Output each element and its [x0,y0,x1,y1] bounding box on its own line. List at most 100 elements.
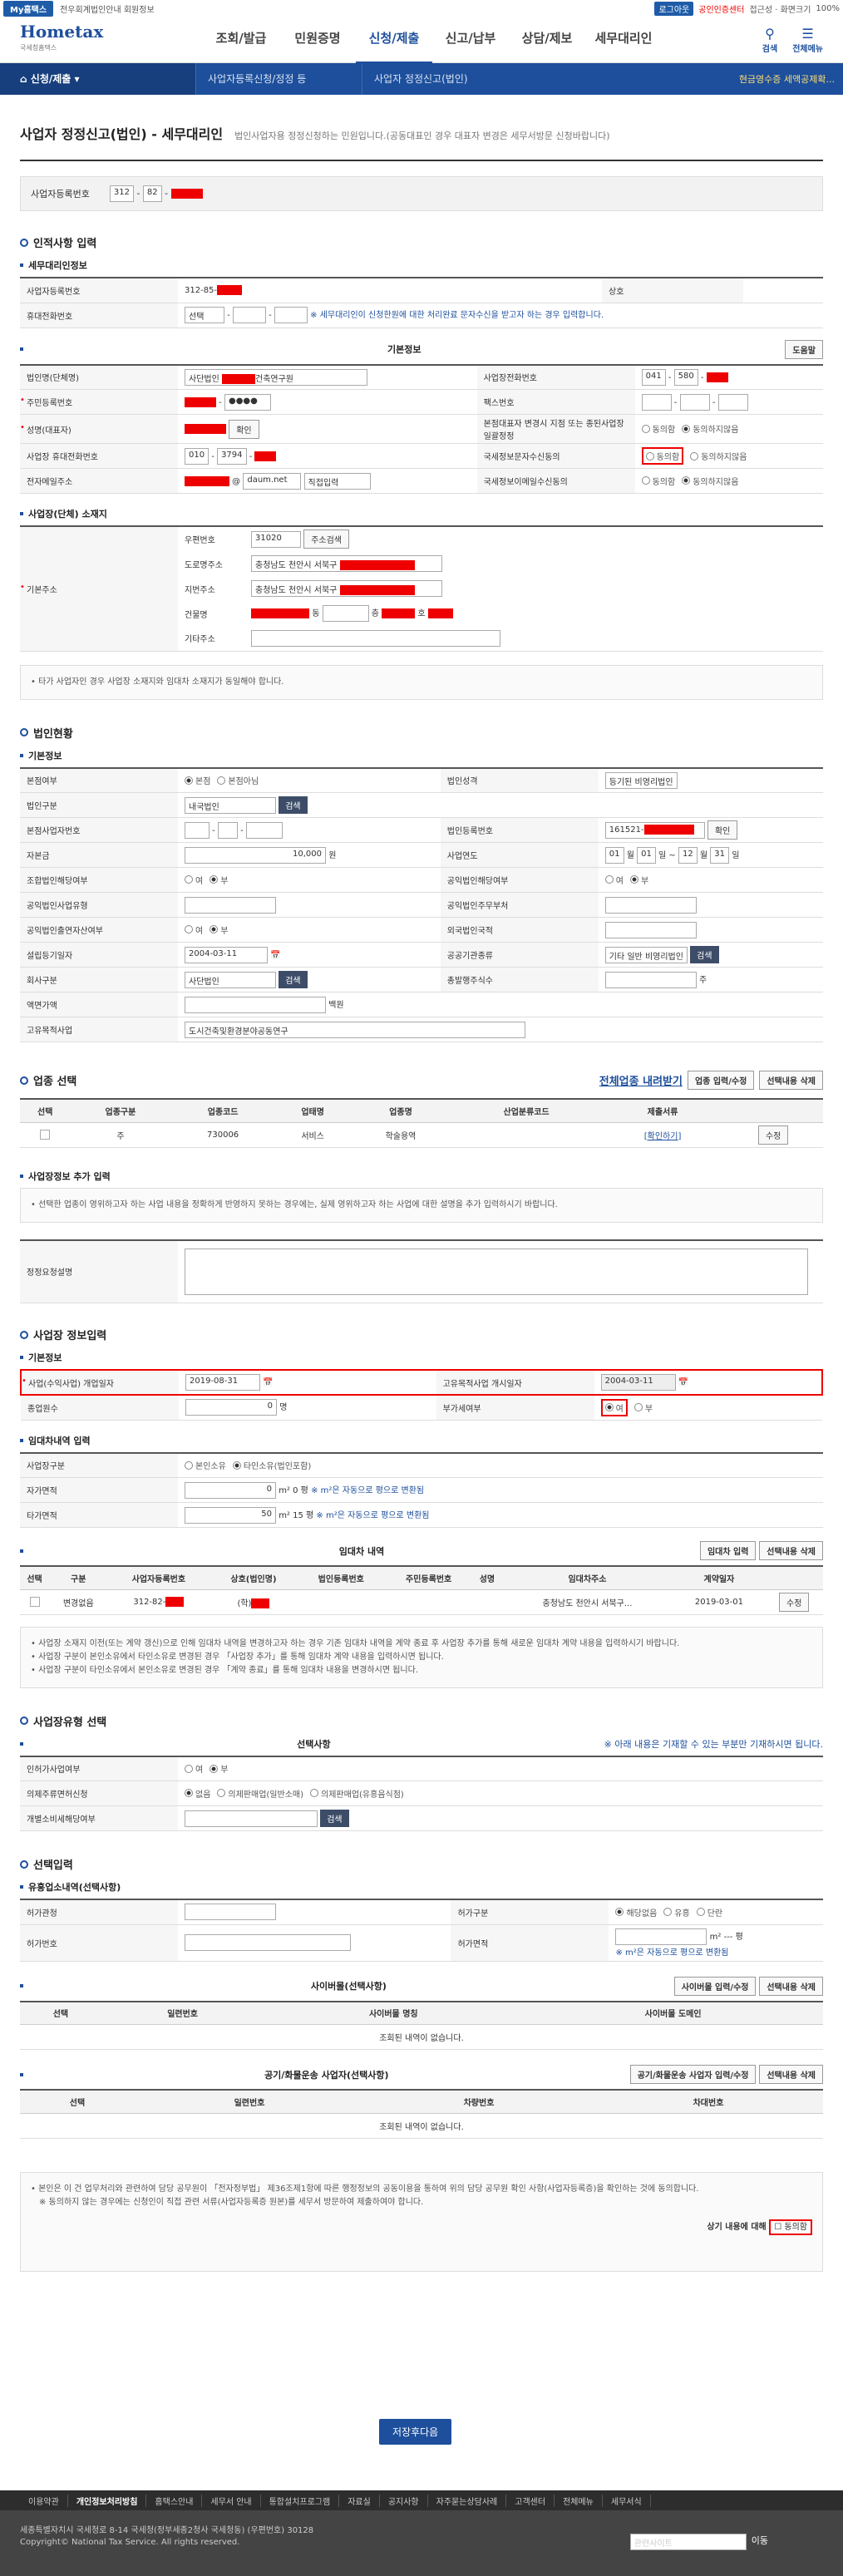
footer-link[interactable]: 자료실 [339,2494,380,2507]
kind-radio[interactable]: 유흥 [663,1906,690,1918]
search-button[interactable]: 검색 [279,971,308,988]
no-radio[interactable]: 부 [210,874,228,886]
hq-radio[interactable]: 본점 [185,774,210,786]
row-checkbox[interactable] [40,1130,51,1140]
search-button[interactable]: 검색 [320,1810,349,1827]
calendar-icon[interactable]: 📅 [678,1378,688,1387]
yes-radio[interactable]: 여 [185,1762,203,1775]
footer-link[interactable]: 공지사항 [380,2494,428,2507]
delete-button[interactable]: 선택내용 삭제 [759,1976,823,1996]
delete-button[interactable]: 선택내용 삭제 [759,1541,823,1560]
fy-field[interactable]: 31 [710,846,730,864]
tel-field[interactable]: 041 [641,368,666,386]
lot-address-field[interactable]: 충청남도 천안시 서북구 [251,580,442,597]
confirm-button[interactable]: 확인 [229,419,259,439]
footer-link[interactable]: 통합설치프로그램 [261,2494,340,2507]
rent-radio[interactable]: 타인소유(법인포함) [232,1459,311,1471]
email-agree-radio[interactable]: 동의함 [641,475,675,487]
nature-field[interactable]: 등기된 비영리법인 [604,771,678,789]
vat-yes-radio[interactable]: 여 [600,1398,628,1416]
footer-link[interactable]: 자주묻는상담사례 [428,2494,507,2507]
regno-field[interactable]: 161521- [604,821,705,839]
fax-field[interactable] [717,393,748,411]
exempt2-radio[interactable]: 의제판매업(유흥음식점) [310,1787,404,1800]
purpose-field[interactable]: 도시건축및환경분야공동연구 [185,1021,525,1038]
footer-link[interactable]: 전체메뉴 [555,2494,603,2507]
fax-field[interactable] [679,393,710,411]
agree-radio[interactable]: 동의함 [641,422,675,435]
delete-button[interactable]: 선택내용 삭제 [759,2065,823,2084]
nohq-radio[interactable]: 본점아님 [217,774,259,786]
cert-center-link[interactable]: 공인인증센터 [698,2,744,15]
all-menu-button[interactable]: ☰ 전체메뉴 [792,26,823,54]
fax-field[interactable] [641,393,672,411]
kind-radio[interactable]: 해당없음 [615,1906,657,1918]
disagree-radio[interactable]: 동의하지않음 [682,422,738,435]
exempt1-radio[interactable]: 의제판매업(일반소매) [217,1787,303,1800]
banner-link[interactable]: 현금영수증 세액공제확... [739,72,843,86]
foreign-field[interactable] [604,921,697,938]
tax-field[interactable] [185,1810,318,1827]
search-button[interactable]: 검색 [690,946,719,963]
jumin-field[interactable]: ●●●● [224,393,271,411]
sms-agree-radio[interactable]: 동의함 [641,447,684,465]
bizno-field-2[interactable]: 82 [142,185,162,202]
fy-field[interactable]: 12 [678,846,698,864]
pubinst-field[interactable]: 기타 일반 비영리법인 [604,946,688,963]
delete-button[interactable]: 선택내용 삭제 [759,1071,823,1090]
face-field[interactable] [185,996,326,1013]
capital-field[interactable]: 10,000 [185,846,326,864]
lease-input-button[interactable]: 임대차 입력 [699,1541,757,1560]
corp-name-field[interactable]: 사단법인 건축연구원 [185,368,367,386]
kind-field[interactable]: 내국법인 [185,796,276,814]
pubmain-field[interactable] [604,896,697,914]
pubtype-field[interactable] [185,896,276,914]
hq-bizno-field[interactable] [217,821,238,839]
vat-no-radio[interactable]: 부 [633,1401,653,1414]
footer-link[interactable]: 세무서식 [603,2494,651,2507]
etc-address-field[interactable] [251,629,500,647]
logout-button[interactable]: 로그아웃 [654,1,694,16]
kind-radio[interactable]: 단란 [696,1906,722,1918]
footer-link[interactable]: 고객센터 [506,2494,555,2507]
footer-link[interactable]: 세무서 안내 [202,2494,261,2507]
confirm-link[interactable]: [확인하기] [601,1122,724,1148]
area-field[interactable] [615,1928,707,1945]
logo[interactable]: Hometax 국세청홈택스 [20,23,145,57]
none-radio[interactable]: 없음 [185,1787,210,1800]
shares-field[interactable] [604,971,697,988]
consent-checkbox[interactable]: ☐ 동의함 [769,2219,812,2235]
employee-field[interactable]: 0 [185,1399,277,1416]
permit-field[interactable] [185,1934,351,1951]
extra-textarea[interactable] [185,1248,808,1295]
footer-link[interactable]: 이용약관 [20,2494,68,2507]
search-button[interactable]: 검색 [279,796,308,814]
zoom-level[interactable]: 100% [816,4,840,13]
breadcrumb-item[interactable]: 사업자 정정신고(법인) [362,63,528,95]
hq-bizno-field[interactable] [245,821,283,839]
no-radio[interactable]: 부 [629,874,648,886]
fy-field[interactable]: 01 [637,846,656,864]
breadcrumb-item[interactable]: 사업자등록신청/정정 등 [195,63,362,95]
mobile-select[interactable]: 010 [185,447,210,465]
related-site-select[interactable]: 관련사이트 [629,2534,747,2550]
address-search-button[interactable]: 주소검색 [303,529,349,549]
footer-link[interactable]: 개인정보처리방침 [68,2494,147,2507]
no-radio[interactable]: 부 [210,924,228,936]
phone-field[interactable] [274,307,308,323]
dong-field[interactable] [322,605,369,622]
search-button[interactable]: ⚲ 검색 [762,26,777,54]
nav-item-apply[interactable]: 신청/제출 [356,15,432,64]
phone-field[interactable] [232,307,266,323]
own-radio[interactable]: 본인소유 [185,1459,226,1471]
start-date-field[interactable]: 2004-03-11 [600,1374,676,1391]
edit-button[interactable]: 수정 [757,1125,789,1145]
yes-radio[interactable]: 여 [185,924,203,936]
edit-button[interactable]: 수정 [779,1592,810,1612]
sms-disagree-radio[interactable]: 동의하지않음 [690,450,747,462]
save-next-button[interactable]: 저장후다음 [379,2419,452,2445]
estdate-field[interactable]: 2004-03-11 [185,946,268,963]
email-select[interactable]: 직접입력 [303,472,371,490]
open-date-field[interactable]: 2019-08-31 [185,1374,260,1391]
industry-edit-button[interactable]: 업종 입력/수정 [687,1071,755,1090]
